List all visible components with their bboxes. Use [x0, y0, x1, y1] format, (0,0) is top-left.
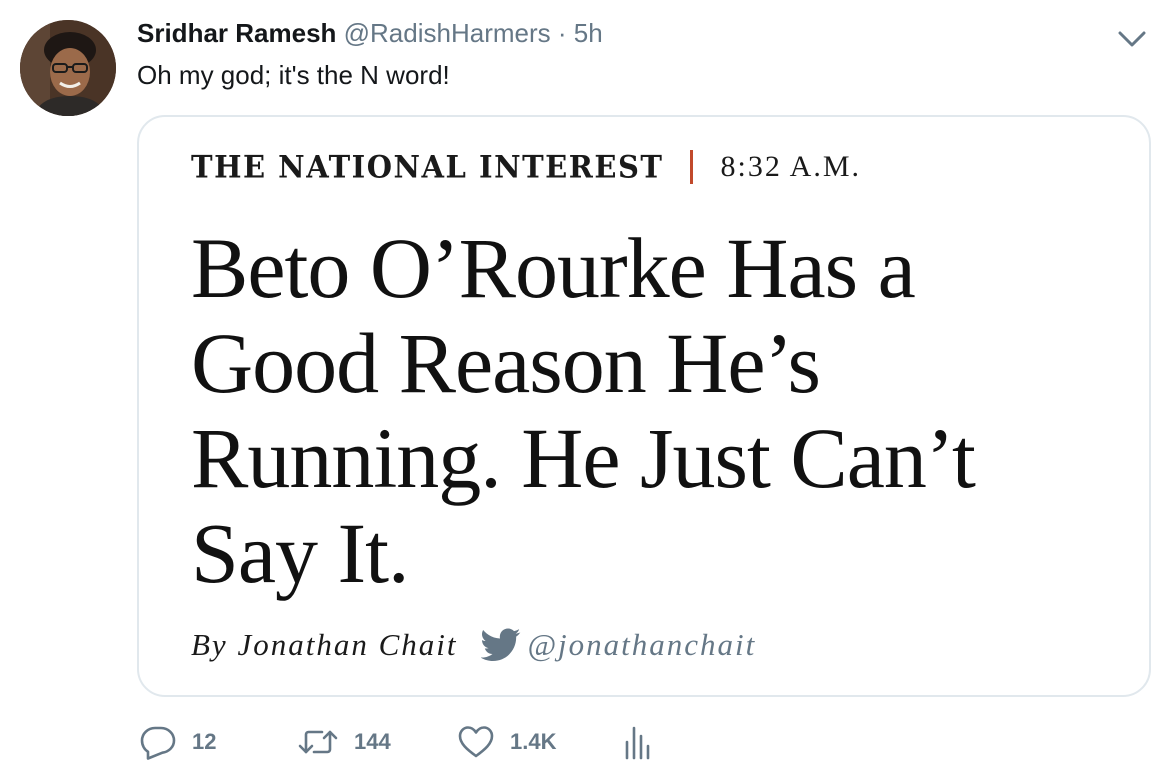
retweet-icon: [298, 730, 338, 754]
twitter-bird-icon: [481, 628, 521, 661]
tweet-timestamp[interactable]: 5h: [574, 18, 603, 48]
retweet-count: 144: [354, 729, 391, 754]
author-name[interactable]: Sridhar Ramesh: [137, 18, 336, 48]
article-byline: By Jonathan Chait: [191, 627, 458, 662]
byline-twitter-handle: @jonathanchait: [527, 627, 757, 662]
reply-button[interactable]: 12: [140, 722, 216, 762]
retweet-button[interactable]: 144: [298, 722, 391, 762]
analytics-button[interactable]: [624, 722, 650, 762]
link-card[interactable]: THE NATIONAL INTEREST 8:32 A.M. Beto O’R…: [137, 115, 1151, 697]
header-separator: ·: [557, 18, 567, 48]
chevron-down-icon[interactable]: [1116, 28, 1148, 50]
tweet-header: Sridhar Ramesh @RadishHarmers · 5h: [137, 17, 603, 49]
publication-time: 8:32 A.M.: [720, 150, 862, 183]
like-count: 1.4K: [510, 729, 557, 754]
article-headline: Beto O’Rourke Has a Good Reason He’s Run…: [191, 220, 976, 601]
publication-name: THE NATIONAL INTEREST: [191, 149, 664, 185]
avatar-image: [20, 20, 116, 116]
byline-row: By Jonathan Chait @jonathanchait: [191, 623, 756, 667]
author-handle[interactable]: @RadishHarmers: [344, 18, 551, 48]
heart-icon: [458, 726, 494, 758]
masthead-divider: [689, 150, 693, 184]
reply-icon: [140, 726, 176, 760]
reply-count: 12: [192, 729, 217, 754]
tweet-text: Oh my god; it's the N word!: [137, 60, 450, 90]
like-button[interactable]: 1.4K: [458, 722, 556, 762]
analytics-icon: [625, 726, 650, 760]
tweet-actions: 12 144 1.4K: [140, 722, 740, 762]
avatar[interactable]: [20, 20, 116, 116]
card-masthead: THE NATIONAL INTEREST 8:32 A.M.: [191, 147, 861, 187]
